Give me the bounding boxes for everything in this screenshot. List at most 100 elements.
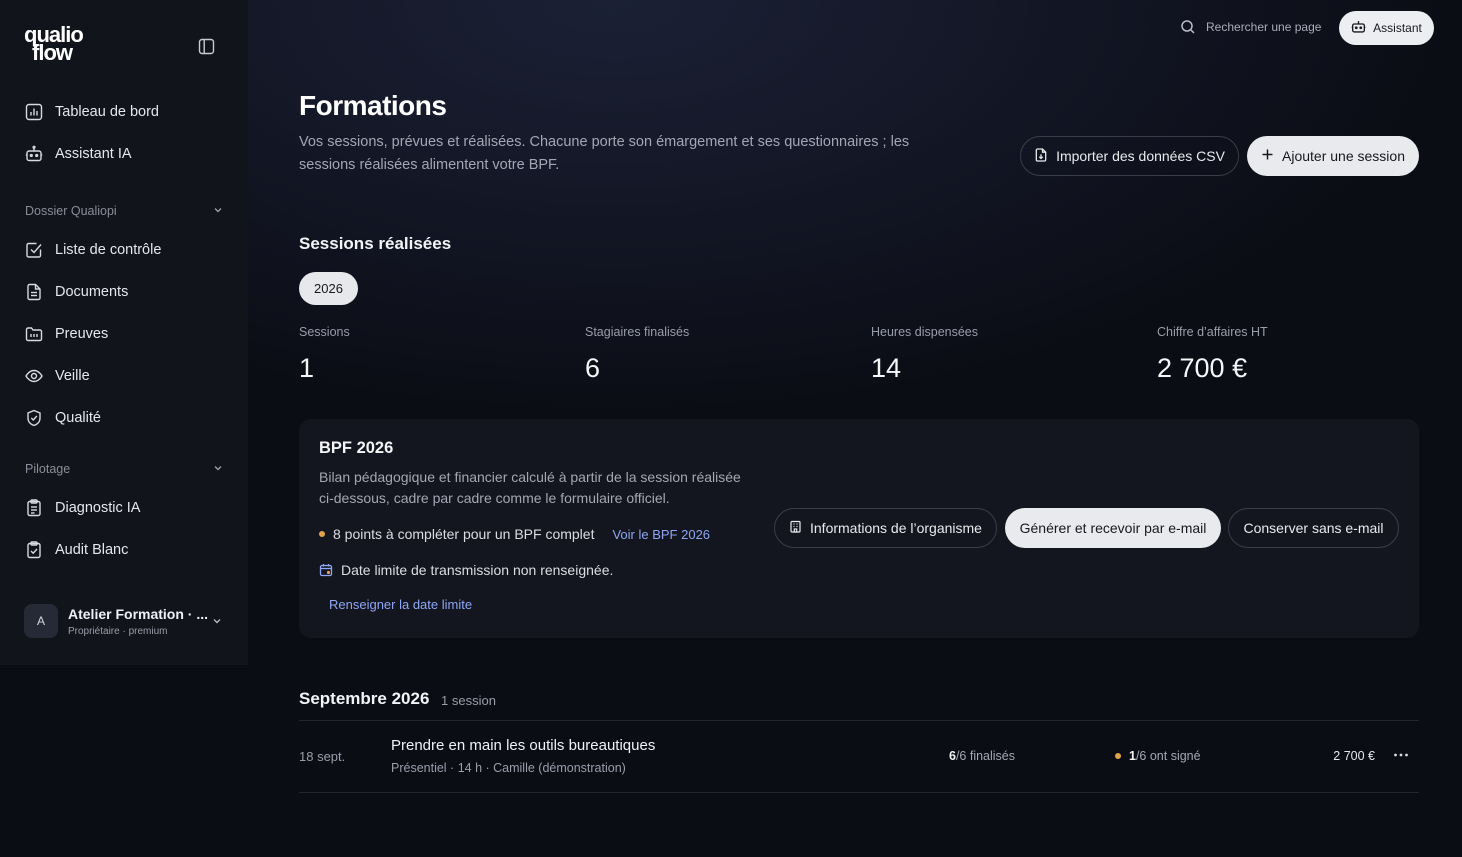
organization-switcher[interactable]: A Atelier Formation · ... Propriétaire ·… [24, 603, 224, 639]
search-label: Rechercher une page [1206, 20, 1322, 34]
sidebar-item-tableau-de-bord[interactable]: Tableau de bord [24, 100, 159, 124]
stat-label: Sessions [299, 325, 350, 339]
sidebar-item-label: Diagnostic IA [55, 500, 141, 516]
generate-email-button[interactable]: Générer et recevoir par e-mail [1005, 508, 1221, 548]
add-session-button[interactable]: Ajouter une session [1247, 136, 1419, 176]
section-title-realised: Sessions réalisées [299, 234, 452, 253]
signed-count: 1 [1129, 749, 1136, 763]
signed-rest: /6 ont signé [1135, 749, 1201, 763]
session-title[interactable]: Prendre en main les outils bureautiques [391, 737, 655, 754]
bpf-description: Bilan pédagogique et financier calculé à… [319, 469, 741, 506]
divider [299, 792, 1419, 793]
robot-icon [1351, 19, 1366, 37]
stat-label: Chiffre d’affaires HT [1157, 325, 1268, 339]
file-import-icon [1034, 147, 1048, 165]
stat-sessions: Sessions 1 [299, 325, 350, 384]
eye-icon [24, 366, 44, 386]
status-dot [319, 531, 325, 537]
bpf-points-line: 8 points à compléter pour un BPF complet… [319, 526, 710, 542]
sidebar-item-label: Veille [55, 368, 90, 384]
keep-without-email-label: Conserver sans e-mail [1243, 520, 1384, 536]
building-icon [789, 520, 802, 536]
bpf-deadline-line: Date limite de transmission non renseign… [319, 562, 613, 578]
stat-value: 14 [871, 353, 902, 383]
search-icon [1180, 19, 1196, 35]
sidebar-item-assistant-ia[interactable]: Assistant IA [24, 142, 132, 166]
chevron-down-icon [213, 204, 223, 218]
folder-icon [24, 324, 44, 344]
session-finalised: 6/6 finalisés [949, 749, 1015, 763]
stat-chiffre-affaires: Chiffre d’affaires HT 2 700 € [1157, 325, 1268, 384]
stat-heures: Heures dispensées 14 [871, 325, 978, 384]
sidebar: qualio flow Tableau de bord Assistant IA… [0, 0, 248, 665]
stat-label: Heures dispensées [871, 325, 979, 339]
sidebar-item-veille[interactable]: Veille [24, 364, 90, 388]
section-dossier-qualiopi[interactable]: Dossier Qualiopi [25, 204, 223, 218]
sidebar-item-label: Liste de contrôle [55, 242, 162, 258]
section-pilotage[interactable]: Pilotage [25, 462, 223, 476]
assistant-label: Assistant [1373, 21, 1422, 35]
sidebar-item-label: Tableau de bord [55, 104, 159, 120]
session-date: 18 sept. [299, 749, 346, 764]
background-glow [248, 0, 1462, 420]
stat-value: 2 700 € [1157, 353, 1248, 383]
sidebar-item-label: Preuves [55, 326, 109, 342]
finalised-count: 6 [949, 749, 956, 763]
page-title: Formations [299, 90, 447, 121]
sidebar-item-qualite[interactable]: Qualité [24, 406, 101, 430]
sidebar-item-label: Documents [55, 284, 129, 300]
org-info-label: Informations de l’organisme [810, 520, 982, 536]
chevron-down-icon [213, 462, 223, 476]
calendar-icon [319, 563, 333, 577]
brand-logo[interactable]: qualio flow [24, 24, 114, 70]
session-signed: 1/6 ont signé [1115, 749, 1201, 763]
org-info: Atelier Formation · ... Propriétaire · p… [68, 606, 208, 637]
chart-icon [24, 102, 44, 122]
month-session-count: 1 session [441, 693, 496, 708]
clipboard-check-icon [24, 540, 44, 560]
assistant-button[interactable]: Assistant [1339, 11, 1434, 45]
divider [299, 720, 1419, 721]
stat-stagiaires: Stagiaires finalisés 6 [585, 325, 689, 384]
plus-icon [1261, 148, 1274, 164]
avatar: A [24, 604, 58, 638]
checkbox-icon [24, 240, 44, 260]
stat-value: 6 [585, 353, 601, 383]
view-bpf-link[interactable]: Voir le BPF 2026 [612, 527, 710, 542]
logo-line-2: flow [32, 40, 73, 65]
sidebar-item-documents[interactable]: Documents [24, 280, 128, 304]
sidebar-item-label: Audit Blanc [55, 542, 129, 558]
sidebar-item-diagnostic-ia[interactable]: Diagnostic IA [24, 496, 140, 520]
sidebar-item-liste-de-controle[interactable]: Liste de contrôle [24, 238, 161, 262]
stat-value: 1 [299, 353, 315, 383]
session-amount: 2 700 € [1333, 749, 1375, 763]
add-session-label: Ajouter une session [1282, 148, 1405, 164]
sidebar-item-label: Assistant IA [55, 146, 132, 162]
page-search[interactable]: Rechercher une page [1180, 19, 1321, 35]
org-role: Propriétaire · premium [68, 625, 168, 637]
year-filter-chip[interactable]: 2026 [299, 272, 358, 305]
chevron-down-icon [212, 613, 222, 631]
month-title: Septembre 2026 [299, 689, 430, 708]
set-deadline-link[interactable]: Renseigner la date limite [329, 597, 472, 612]
sidebar-item-preuves[interactable]: Preuves [24, 322, 108, 346]
bpf-deadline-text: Date limite de transmission non renseign… [341, 562, 614, 578]
bpf-points-text: 8 points à compléter pour un BPF complet [333, 526, 595, 542]
status-dot [1115, 753, 1121, 759]
import-csv-button[interactable]: Importer des données CSV [1020, 136, 1239, 176]
generate-email-label: Générer et recevoir par e-mail [1019, 520, 1207, 536]
org-info-button[interactable]: Informations de l’organisme [774, 508, 997, 548]
sidebar-item-audit-blanc[interactable]: Audit Blanc [24, 538, 128, 562]
shield-check-icon [24, 408, 44, 428]
session-meta: Présentiel · 14 h · Camille (démonstrati… [391, 761, 626, 775]
bpf-card: BPF 2026 Bilan pédagogique et financier … [299, 419, 1419, 638]
more-options-icon[interactable] [1391, 745, 1411, 765]
robot-icon [24, 144, 44, 164]
stat-label: Stagiaires finalisés [585, 325, 690, 339]
sidebar-toggle-icon[interactable] [196, 36, 216, 56]
section-title: Dossier Qualiopi [25, 204, 117, 218]
keep-without-email-button[interactable]: Conserver sans e-mail [1228, 508, 1399, 548]
page-description: Vos sessions, prévues et réalisées. Chac… [299, 134, 910, 173]
section-title: Pilotage [25, 462, 71, 476]
import-csv-label: Importer des données CSV [1056, 148, 1225, 164]
